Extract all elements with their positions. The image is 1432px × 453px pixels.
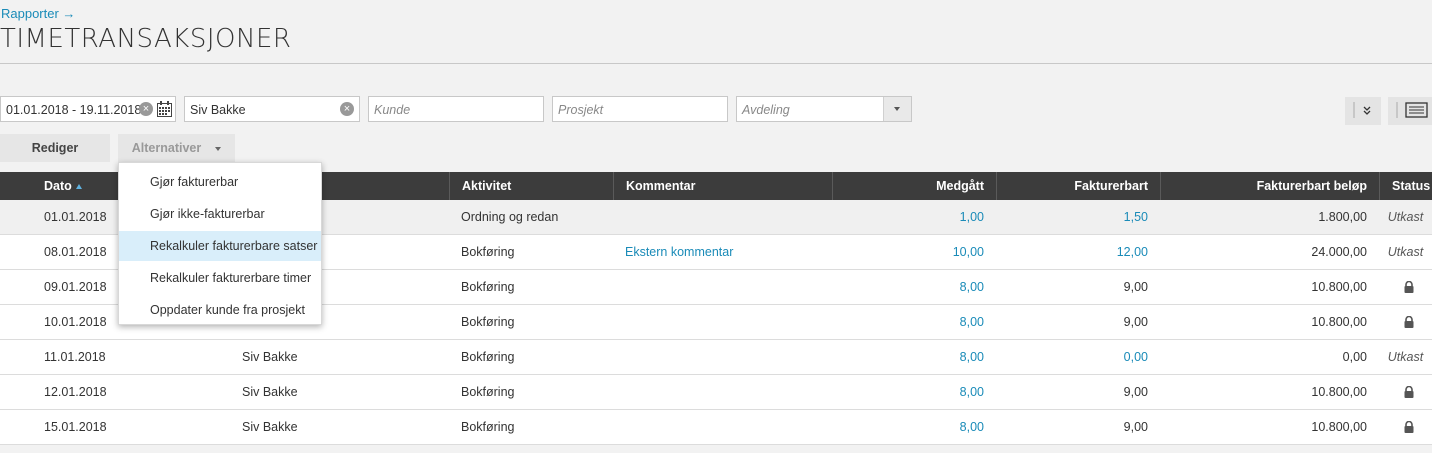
cell-activity: Bokføring xyxy=(461,245,515,259)
cell-activity: Bokføring xyxy=(461,350,515,364)
cell-status: Utkast xyxy=(1387,210,1424,224)
col-billable[interactable]: Fakturerbart xyxy=(996,172,1160,200)
cell-status: Utkast xyxy=(1387,245,1424,259)
calendar-icon[interactable] xyxy=(157,101,172,117)
lock-icon xyxy=(1403,420,1415,436)
menu-item-recalculate-rates[interactable]: Rekalkuler fakturerbare satser xyxy=(119,231,321,261)
cell-date: 11.01.2018 xyxy=(44,350,106,364)
date-range-field[interactable]: 01.01.2018 - 19.11.2018 × xyxy=(0,96,176,122)
col-date[interactable]: Dato xyxy=(44,172,82,200)
lock-icon xyxy=(1403,280,1415,296)
cell-billable-amount: 24.000,00 xyxy=(1311,245,1367,259)
department-select[interactable]: Avdeling xyxy=(736,96,912,122)
table-row[interactable]: 15.01.2018 Siv Bakke Bokføring 8,00 9,00 10.8… xyxy=(0,410,1432,445)
expand-filters-button[interactable] xyxy=(1345,97,1381,125)
cell-billable-amount: 10.800,00 xyxy=(1311,385,1367,399)
col-billable-amount[interactable]: Fakturerbart beløp xyxy=(1160,172,1379,200)
cell-billable[interactable]: 9,00 xyxy=(996,305,1148,339)
cell-employee: Siv Bakke xyxy=(242,420,298,434)
col-comment[interactable]: Kommentar xyxy=(613,172,832,200)
list-view-button[interactable] xyxy=(1388,97,1432,125)
cell-spent[interactable]: 1,00 xyxy=(832,200,984,234)
table-row[interactable]: 12.01.2018 Siv Bakke Bokføring 8,00 9,00 10.8… xyxy=(0,375,1432,410)
cell-employee: Siv Bakke xyxy=(242,350,298,364)
list-view-icon xyxy=(1396,102,1428,118)
cell-spent[interactable]: 8,00 xyxy=(832,375,984,409)
cell-date: 01.01.2018 xyxy=(44,210,107,224)
project-placeholder: Prosjekt xyxy=(558,103,604,117)
cell-billable[interactable]: 1,50 xyxy=(996,200,1148,234)
menu-item-recalculate-hours[interactable]: Rekalkuler fakturerbare timer xyxy=(119,263,321,293)
chevron-down-icon[interactable] xyxy=(883,97,911,121)
cell-spent[interactable]: 10,00 xyxy=(832,235,984,269)
cell-spent[interactable]: 8,00 xyxy=(832,270,984,304)
col-date-label: Dato xyxy=(44,179,72,193)
cell-employee: Siv Bakke xyxy=(242,385,298,399)
cell-activity: Ordning og redan xyxy=(461,210,559,224)
cell-activity: Bokføring xyxy=(461,385,515,399)
title-divider xyxy=(0,63,1432,64)
clear-date-icon[interactable]: × xyxy=(139,102,153,116)
cell-billable[interactable]: 9,00 xyxy=(996,375,1148,409)
double-chevron-down-icon xyxy=(1353,102,1371,118)
page-title: TIMETRANSAKSJONER xyxy=(0,24,292,54)
menu-item-make-non-billable[interactable]: Gjør ikke-fakturerbar xyxy=(119,199,321,229)
cell-activity: Bokføring xyxy=(461,280,515,294)
cell-date: 15.01.2018 xyxy=(44,420,107,434)
sort-ascending-icon xyxy=(75,184,82,190)
cell-billable[interactable]: 9,00 xyxy=(996,410,1148,444)
cell-activity: Bokføring xyxy=(461,420,515,434)
options-menu: Gjør fakturerbar Gjør ikke-fakturerbar R… xyxy=(118,162,322,325)
customer-field[interactable]: Kunde xyxy=(368,96,544,122)
employee-field[interactable]: Siv Bakke × xyxy=(184,96,360,122)
col-spent[interactable]: Medgått xyxy=(832,172,996,200)
customer-placeholder: Kunde xyxy=(374,103,411,117)
caret-down-icon xyxy=(215,146,222,151)
menu-item-make-billable[interactable]: Gjør fakturerbar xyxy=(119,167,321,197)
cell-billable-amount: 1.800,00 xyxy=(1318,210,1367,224)
cell-date: 10.01.2018 xyxy=(44,315,107,329)
cell-billable[interactable]: 12,00 xyxy=(996,235,1148,269)
cell-date: 08.01.2018 xyxy=(44,245,107,259)
cell-billable[interactable]: 0,00 xyxy=(996,340,1148,374)
cell-spent[interactable]: 8,00 xyxy=(832,410,984,444)
department-placeholder: Avdeling xyxy=(742,103,790,117)
breadcrumb[interactable]: Rapporter → xyxy=(1,6,75,21)
cell-billable-amount: 10.800,00 xyxy=(1311,280,1367,294)
cell-billable-amount: 10.800,00 xyxy=(1311,420,1367,434)
cell-date: 09.01.2018 xyxy=(44,280,107,294)
menu-item-update-customer[interactable]: Oppdater kunde fra prosjekt xyxy=(119,295,321,325)
lock-icon xyxy=(1403,315,1415,331)
date-range-value: 01.01.2018 - 19.11.2018 xyxy=(6,103,142,117)
col-status[interactable]: Status xyxy=(1379,172,1432,200)
options-button-label: Alternativer xyxy=(131,141,202,155)
cell-date: 12.01.2018 xyxy=(44,385,107,399)
cell-billable-amount: 0,00 xyxy=(1342,350,1367,364)
clear-employee-icon[interactable]: × xyxy=(340,102,354,116)
cell-spent[interactable]: 8,00 xyxy=(832,340,984,374)
lock-icon xyxy=(1403,385,1415,401)
col-activity[interactable]: Aktivitet xyxy=(449,172,613,200)
options-button[interactable]: Alternativer xyxy=(118,134,235,162)
table-row[interactable]: 11.01.2018 Siv Bakke Bokføring 8,00 0,00 0,00… xyxy=(0,340,1432,375)
cell-billable[interactable]: 9,00 xyxy=(996,270,1148,304)
cell-activity: Bokføring xyxy=(461,315,515,329)
employee-value: Siv Bakke xyxy=(190,103,246,117)
cell-billable-amount: 10.800,00 xyxy=(1311,315,1367,329)
edit-button[interactable]: Rediger xyxy=(0,134,110,162)
cell-spent[interactable]: 8,00 xyxy=(832,305,984,339)
cell-status: Utkast xyxy=(1387,350,1424,364)
project-field[interactable]: Prosjekt xyxy=(552,96,728,122)
cell-comment[interactable]: Ekstern kommentar xyxy=(625,235,733,269)
